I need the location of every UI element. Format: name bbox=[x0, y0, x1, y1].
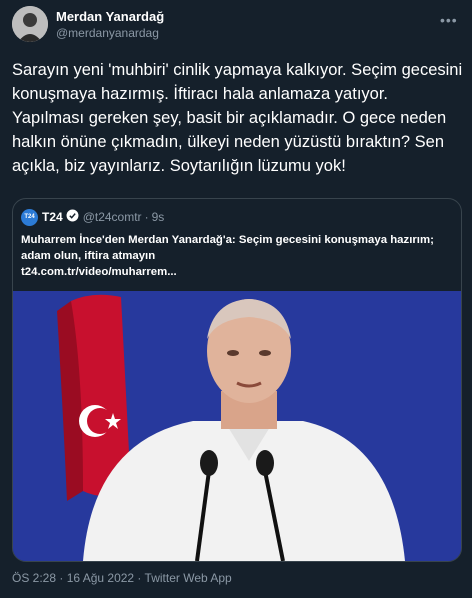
avatar[interactable] bbox=[12, 6, 48, 42]
quoted-author-name[interactable]: T24 bbox=[42, 210, 63, 224]
quoted-tweet[interactable]: T24 T24 @t24comtr · 9s Muharrem İnce'den… bbox=[12, 198, 462, 562]
more-icon[interactable]: ••• bbox=[440, 12, 458, 28]
tweet-timestamp[interactable]: ÖS 2:28 · 16 Ağu 2022 · Twitter Web App bbox=[12, 571, 232, 585]
tweet-text: Sarayın yeni 'muhbiri' cinlik yapmaya ka… bbox=[12, 61, 463, 175]
quoted-media-image[interactable] bbox=[13, 291, 461, 561]
quoted-timestamp[interactable]: 9s bbox=[152, 210, 165, 224]
quoted-text-line-1: Muharrem İnce'den Merdan Yanardağ'a: Seç… bbox=[21, 234, 434, 246]
quoted-author-handle[interactable]: @t24comtr bbox=[83, 210, 142, 224]
author-handle[interactable]: @merdanyanardag bbox=[56, 25, 164, 41]
quoted-avatar[interactable]: T24 bbox=[21, 208, 38, 226]
quoted-tweet-header: T24 T24 @t24comtr · 9s bbox=[21, 208, 164, 226]
author-name[interactable]: Merdan Yanardağ bbox=[56, 8, 164, 25]
quoted-text-line-2: adam olun, iftira atmayın bbox=[21, 250, 156, 262]
quoted-tweet-text: Muharrem İnce'den Merdan Yanardağ'a: Seç… bbox=[21, 232, 451, 280]
quoted-link[interactable]: t24.com.tr/video/muharrem... bbox=[21, 264, 451, 280]
author-block[interactable]: Merdan Yanardağ @merdanyanardag bbox=[56, 8, 164, 41]
quoted-separator: · bbox=[144, 210, 149, 224]
verified-badge-icon bbox=[66, 209, 79, 225]
